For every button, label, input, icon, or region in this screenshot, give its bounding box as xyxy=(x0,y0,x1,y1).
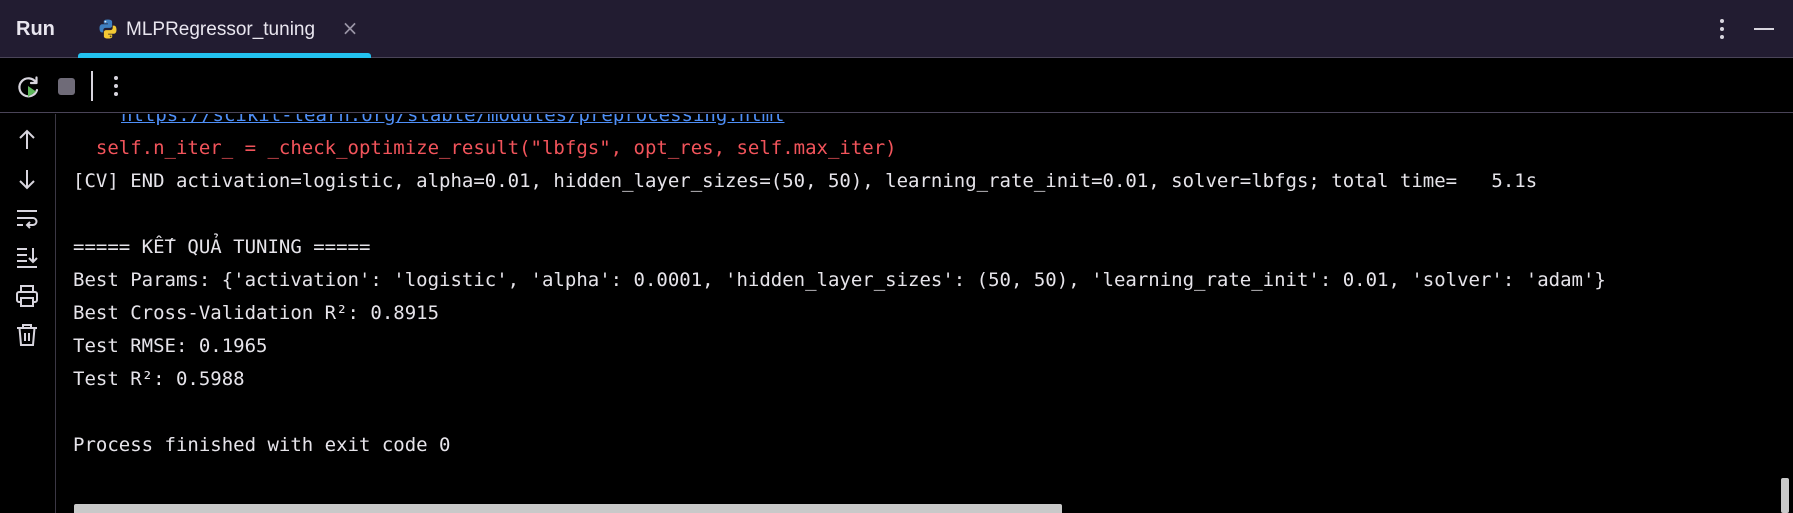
more-vertical-icon[interactable] xyxy=(1713,16,1731,42)
active-tab-indicator xyxy=(78,53,371,58)
run-title: Run xyxy=(16,18,55,40)
console-line: Best Cross-Validation R²: 0.8915 xyxy=(73,302,440,324)
arrow-up-icon[interactable] xyxy=(14,127,40,153)
close-icon[interactable]: × xyxy=(340,17,360,39)
console-line: Process finished with exit code 0 xyxy=(73,434,451,456)
more-vertical-icon[interactable] xyxy=(107,73,125,99)
arrow-down-icon[interactable] xyxy=(14,166,40,192)
console-link[interactable]: https://scikit-learn.org/stable/modules/… xyxy=(121,114,784,128)
tab-mlpregressor-tuning[interactable]: MLPRegressor_tuning × xyxy=(78,0,371,58)
run-tool-window: Run MLPRegressor_tuning × https://scikit… xyxy=(0,0,1793,513)
console-line: Test R²: 0.5988 xyxy=(73,368,245,390)
soft-wrap-icon[interactable] xyxy=(14,205,40,231)
console-line-error: self.n_iter_ = _check_optimize_result("l… xyxy=(73,137,897,159)
console-line: Test RMSE: 0.1965 xyxy=(73,335,268,357)
horizontal-scrollbar[interactable] xyxy=(74,504,1062,513)
console-line: [CV] END activation=logistic, alpha=0.01… xyxy=(73,170,1538,192)
python-icon xyxy=(99,19,117,39)
run-toolbar xyxy=(0,59,1793,113)
trash-icon[interactable] xyxy=(14,322,40,348)
scroll-to-end-icon[interactable] xyxy=(14,244,40,270)
minimize-icon[interactable] xyxy=(1751,16,1777,42)
stop-icon[interactable] xyxy=(58,78,75,95)
console-gutter xyxy=(0,114,56,513)
print-icon[interactable] xyxy=(14,283,40,309)
vertical-scrollbar[interactable] xyxy=(1781,478,1789,513)
console-output[interactable]: https://scikit-learn.org/stable/modules/… xyxy=(57,114,1793,513)
rerun-icon[interactable] xyxy=(16,74,42,100)
console-line: ===== KẾT QUẢ TUNING ===== xyxy=(73,236,371,258)
tab-label: MLPRegressor_tuning xyxy=(126,19,316,40)
console-line: Best Params: {'activation': 'logistic', … xyxy=(73,269,1606,291)
run-header: Run MLPRegressor_tuning × xyxy=(0,0,1793,58)
toolbar-separator xyxy=(91,71,93,101)
